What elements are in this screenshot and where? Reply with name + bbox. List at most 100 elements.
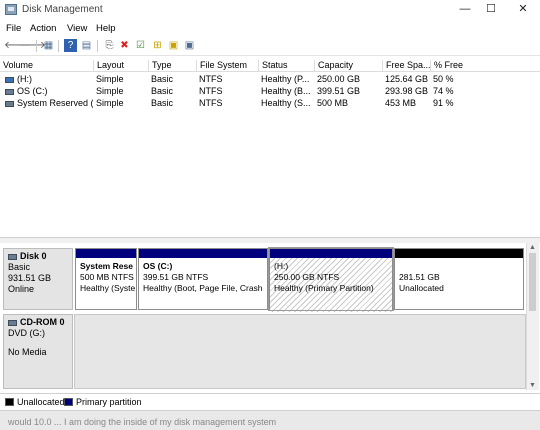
disk-size: 931.51 GB xyxy=(8,273,52,283)
partition-os-c[interactable]: OS (C:) 399.51 GB NTFS Healthy (Boot, Pa… xyxy=(138,248,268,310)
scrollbar-thumb[interactable] xyxy=(529,253,536,311)
explore-icon[interactable]: ▣ xyxy=(167,39,180,52)
column-layout[interactable]: Layout xyxy=(93,60,148,71)
status-cell: Healthy (B... xyxy=(261,86,311,96)
volume-name-cell: (H:) xyxy=(2,73,93,85)
menu-view[interactable]: View xyxy=(67,23,87,34)
menu-action[interactable]: Action xyxy=(30,23,56,34)
column-capacity[interactable]: Capacity xyxy=(314,60,382,71)
partition-detail: 399.51 GB NTFS xyxy=(143,272,209,282)
volume-name-cell: System Reserved (... xyxy=(2,97,93,109)
menu-bar: File Action View Help xyxy=(0,22,540,36)
percent-free-cell: 50 % xyxy=(433,74,454,84)
percent-free-cell: 74 % xyxy=(433,86,454,96)
connect-icon[interactable]: ⎘ xyxy=(103,39,116,52)
partition-bar xyxy=(139,249,267,258)
partition-detail: 281.51 GB xyxy=(399,272,440,282)
partition-name xyxy=(399,261,519,272)
layout-cell: Simple xyxy=(96,74,124,84)
drive-icon xyxy=(5,88,14,95)
menu-file[interactable]: File xyxy=(6,23,21,34)
scroll-up-icon[interactable]: ▲ xyxy=(529,244,536,251)
disk-name: Disk 0 xyxy=(20,251,47,261)
type-cell: Basic xyxy=(151,98,174,108)
open-folder-icon[interactable]: ⊞ xyxy=(151,39,164,52)
capacity-cell: 399.51 GB xyxy=(317,86,361,96)
column-type[interactable]: Type xyxy=(148,60,196,71)
partition-unallocated[interactable]: 281.51 GB Unallocated xyxy=(394,248,524,310)
drive-icon xyxy=(5,100,14,107)
back-icon[interactable]: 🡐 xyxy=(4,39,31,52)
type-cell: Basic xyxy=(151,86,174,96)
cdrom-media-area[interactable] xyxy=(74,314,526,389)
disk-type: Basic xyxy=(8,262,31,272)
capacity-cell: 250.00 GB xyxy=(317,74,361,84)
free-space-cell: 453 MB xyxy=(385,98,417,108)
layout-cell: Simple xyxy=(96,86,124,96)
partition-system-reserved[interactable]: System Rese 500 MB NTFS Healthy (Syste xyxy=(75,248,137,310)
volume-row[interactable]: System Reserved (... Simple Basic NTFS H… xyxy=(0,97,540,109)
close-button[interactable]: ✕ xyxy=(508,0,538,20)
legend-primary-partition: Primary partition xyxy=(76,397,142,407)
capacity-cell: 500 MB xyxy=(317,98,349,108)
vertical-scrollbar[interactable]: ▲ ▼ xyxy=(526,243,539,390)
partition-status: Healthy (Boot, Page File, Crash xyxy=(143,283,263,293)
column-status[interactable]: Status xyxy=(258,60,314,71)
disk-map-pane: Disk 0 Basic 931.51 GB Online System Res… xyxy=(0,243,540,390)
partition-detail: 500 MB NTFS xyxy=(80,272,134,282)
status-cell: Healthy (S... xyxy=(261,98,311,108)
free-space-cell: 125.64 GB xyxy=(385,74,429,84)
partition-bar xyxy=(270,249,392,258)
file-system-cell: NTFS xyxy=(199,98,223,108)
scroll-down-icon[interactable]: ▼ xyxy=(529,382,536,389)
toolbar-separator xyxy=(97,40,98,52)
disk-status: Online xyxy=(8,284,35,294)
disk-management-icon xyxy=(5,4,17,15)
title-bar: Disk Management — ☐ ✕ xyxy=(0,0,540,20)
forward-icon[interactable]: 🡒 xyxy=(19,39,46,52)
partition-name: OS (C:) xyxy=(143,261,173,271)
file-system-cell: NTFS xyxy=(199,86,223,96)
volume-row[interactable]: OS (C:) Simple Basic NTFS Healthy (B... … xyxy=(0,85,540,97)
percent-free-cell: 91 % xyxy=(433,98,454,108)
disk-0-label[interactable]: Disk 0 Basic 931.51 GB Online xyxy=(3,248,73,310)
cdrom-status: No Media xyxy=(8,347,47,357)
properties-icon[interactable]: ▤ xyxy=(80,39,93,52)
legend-unallocated: Unallocated xyxy=(17,397,65,407)
partition-bar xyxy=(76,249,136,258)
free-space-cell: 293.98 GB xyxy=(385,86,429,96)
volume-row[interactable]: (H:) Simple Basic NTFS Healthy (P... 250… xyxy=(0,73,540,85)
type-cell: Basic xyxy=(151,74,174,84)
partition-h[interactable]: (H:) 250.00 GB NTFS Healthy (Primary Par… xyxy=(268,247,394,312)
console-tree-icon[interactable]: ▦ xyxy=(42,39,55,52)
delete-icon[interactable]: ✖ xyxy=(118,39,131,52)
column-free-space[interactable]: Free Spa... xyxy=(382,60,430,71)
maximize-button[interactable]: ☐ xyxy=(476,0,506,20)
cdrom-0-label[interactable]: CD-ROM 0 DVD (G:) No Media xyxy=(3,314,73,389)
column-percent-free[interactable]: % Free xyxy=(430,60,490,71)
column-file-system[interactable]: File System xyxy=(196,60,258,71)
check-icon[interactable]: ☑ xyxy=(134,39,147,52)
toolbar-separator xyxy=(36,40,37,52)
view-icon[interactable]: ▣ xyxy=(183,39,196,52)
partition-status: Healthy (Primary Partition) xyxy=(274,283,374,293)
cdrom-icon xyxy=(8,319,17,326)
volume-list-header: Volume Layout Type File System Status Ca… xyxy=(0,59,540,72)
partition-status: Unallocated xyxy=(399,283,444,293)
partition-status: Healthy (Syste xyxy=(80,283,136,293)
drive-icon xyxy=(5,76,14,83)
status-strip: would 10.0 ... I am doing the inside of … xyxy=(0,410,540,430)
toolbar: 🡐 🡒 ▦ ? ▤ ⎘ ✖ ☑ ⊞ ▣ ▣ xyxy=(0,37,540,56)
help-icon[interactable]: ? xyxy=(64,39,77,52)
layout-cell: Simple xyxy=(96,98,124,108)
toolbar-separator xyxy=(58,40,59,52)
cdrom-name: CD-ROM 0 xyxy=(20,317,65,327)
legend: Unallocated Primary partition xyxy=(0,393,540,410)
primary-partition-swatch xyxy=(64,398,73,406)
window-title: Disk Management xyxy=(22,4,103,15)
status-text: would 10.0 ... I am doing the inside of … xyxy=(8,417,277,427)
column-volume[interactable]: Volume xyxy=(0,60,93,71)
partition-bar xyxy=(395,249,523,258)
menu-help[interactable]: Help xyxy=(96,23,116,34)
partition-detail: 250.00 GB NTFS xyxy=(274,272,340,282)
